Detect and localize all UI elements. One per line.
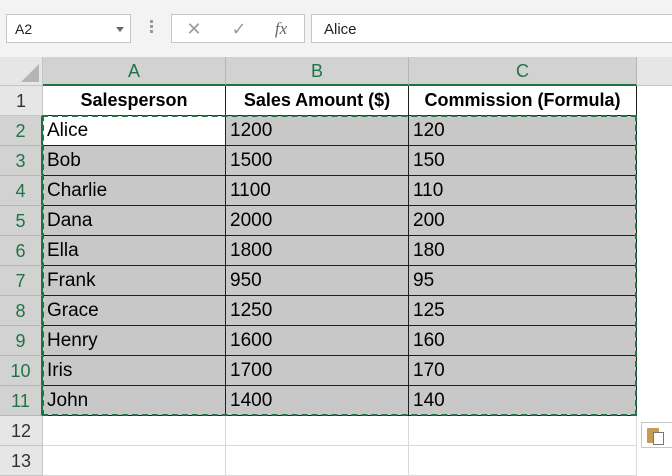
row-header-13[interactable]: 13 [0, 446, 43, 476]
select-all-button[interactable] [0, 57, 43, 86]
cell-c8[interactable]: 125 [409, 296, 637, 326]
cell-b9[interactable]: 1600 [226, 326, 409, 356]
cell-c9[interactable]: 160 [409, 326, 637, 356]
cell-b13[interactable] [226, 446, 409, 476]
cell-a8[interactable]: Grace [43, 296, 226, 326]
cell-c10[interactable]: 170 [409, 356, 637, 386]
column-header-d[interactable] [637, 57, 672, 86]
name-box-value: A2 [15, 21, 33, 37]
cell-b2[interactable]: 1200 [226, 116, 409, 146]
cell-c12[interactable] [409, 416, 637, 446]
row-header-12[interactable]: 12 [0, 416, 43, 446]
row-header-11[interactable]: 11 [0, 386, 43, 416]
cell-a3[interactable]: Bob [43, 146, 226, 176]
cell-b3[interactable]: 1500 [226, 146, 409, 176]
row-header-5[interactable]: 5 [0, 206, 43, 236]
cell-b4[interactable]: 1100 [226, 176, 409, 206]
cell-c4[interactable]: 110 [409, 176, 637, 206]
cell-b6[interactable]: 1800 [226, 236, 409, 266]
cell-b8[interactable]: 1250 [226, 296, 409, 326]
cell-b11[interactable]: 1400 [226, 386, 409, 416]
cancel-icon[interactable]: ✕ [184, 18, 204, 40]
formula-input[interactable]: Alice [311, 14, 672, 43]
row-header-9[interactable]: 9 [0, 326, 43, 356]
row-header-8[interactable]: 8 [0, 296, 43, 326]
cell-a13[interactable] [43, 446, 226, 476]
cell-a6[interactable]: Ella [43, 236, 226, 266]
cell-c3[interactable]: 150 [409, 146, 637, 176]
header-salesperson[interactable]: Salesperson [43, 86, 226, 116]
cell-a9[interactable]: Henry [43, 326, 226, 356]
cell-b7[interactable]: 950 [226, 266, 409, 296]
cell-a4[interactable]: Charlie [43, 176, 226, 206]
cell-c13[interactable] [409, 446, 637, 476]
row-header-7[interactable]: 7 [0, 266, 43, 296]
row-header-4[interactable]: 4 [0, 176, 43, 206]
cell-a5[interactable]: Dana [43, 206, 226, 236]
cell-b5[interactable]: 2000 [226, 206, 409, 236]
column-header-b[interactable]: B [226, 57, 409, 86]
chevron-down-icon[interactable] [116, 27, 124, 32]
row-header-1[interactable]: 1 [0, 86, 43, 116]
cell-c7[interactable]: 95 [409, 266, 637, 296]
cell-a7[interactable]: Frank [43, 266, 226, 296]
paste-options-button[interactable] [641, 422, 672, 448]
formula-value: Alice [324, 21, 357, 38]
cell-a12[interactable] [43, 416, 226, 446]
cell-a10[interactable]: Iris [43, 356, 226, 386]
header-sales-amount[interactable]: Sales Amount ($) [226, 86, 409, 116]
name-box[interactable]: A2 [6, 14, 131, 43]
cell-c6[interactable]: 180 [409, 236, 637, 266]
cell-c11[interactable]: 140 [409, 386, 637, 416]
row-header-6[interactable]: 6 [0, 236, 43, 266]
cell-a11[interactable]: John [43, 386, 226, 416]
formula-bar-area: A2 ✕ ✓ fx Alice [0, 0, 672, 57]
header-commission[interactable]: Commission (Formula) [409, 86, 637, 116]
formula-buttons: ✕ ✓ fx [171, 14, 305, 43]
column-header-c[interactable]: C [409, 57, 637, 86]
cell-b10[interactable]: 1700 [226, 356, 409, 386]
cell-c2[interactable]: 120 [409, 116, 637, 146]
column-header-a[interactable]: A [43, 57, 226, 86]
enter-icon[interactable]: ✓ [229, 18, 249, 40]
cell-a2[interactable]: Alice [43, 116, 226, 146]
row-header-2[interactable]: 2 [0, 116, 43, 146]
row-header-10[interactable]: 10 [0, 356, 43, 386]
cell-c5[interactable]: 200 [409, 206, 637, 236]
cell-b12[interactable] [226, 416, 409, 446]
insert-function-icon[interactable]: fx [271, 18, 291, 40]
grip-dots-icon[interactable] [146, 18, 156, 38]
column-d-cells[interactable] [637, 86, 672, 416]
row-header-3[interactable]: 3 [0, 146, 43, 176]
